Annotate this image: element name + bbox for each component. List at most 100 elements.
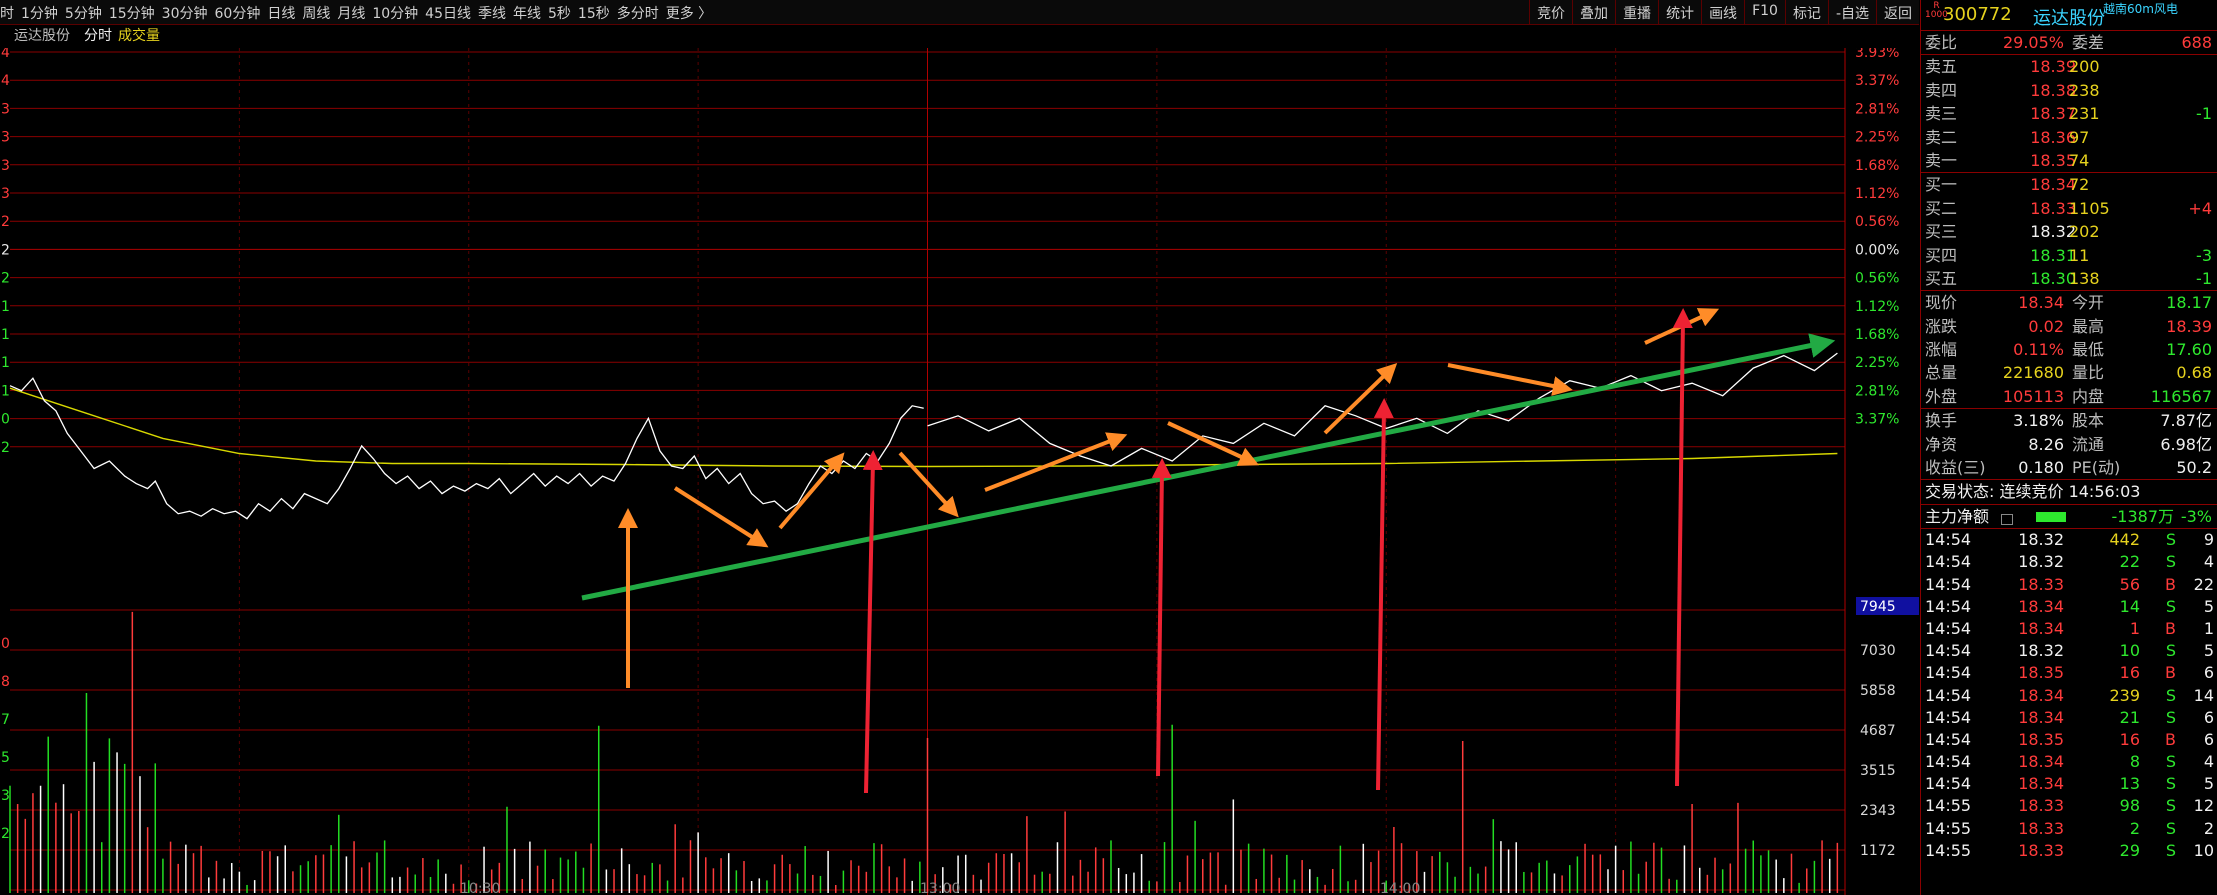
tab-weekly[interactable]: 周线 (302, 0, 337, 23)
bid-row[interactable]: 买四 18.31 11 -3 (1921, 244, 2217, 267)
tick-row: 14:54 18.34 1 B 1 (1921, 618, 2217, 640)
tab-period[interactable]: 时 (0, 0, 21, 23)
bid-row[interactable]: 买三 18.32 202 (1921, 220, 2217, 243)
tick-row: 14:54 18.34 13 S 5 (1921, 773, 2217, 795)
tab-15sec[interactable]: 15秒 (578, 0, 617, 23)
tab-60min[interactable]: 60分钟 (215, 0, 268, 23)
time-label: 14:00 (1380, 881, 1420, 895)
dropdown-icon[interactable] (2001, 513, 2013, 525)
fundamental-row: 换手 3.18% 股本 7.87亿 (1921, 409, 2217, 432)
ratio-value: 29.05% (2002, 33, 2064, 52)
tick-time: 14:54 (1925, 574, 1972, 594)
tab-30min[interactable]: 30分钟 (162, 0, 215, 23)
orange-arrow (673, 486, 769, 548)
tab-15min[interactable]: 15分钟 (109, 0, 162, 23)
tick-price: 18.34 (2018, 774, 2064, 794)
tab-yearly[interactable]: 年线 (513, 0, 548, 23)
ask-row[interactable]: 卖二 18.36 97 (1921, 126, 2217, 149)
draw-button[interactable]: 画线 (1701, 0, 1744, 24)
trade-state-row: 交易状态: 连续竞价 14:56:03 (1921, 480, 2217, 503)
overlay-button[interactable]: 叠加 (1572, 0, 1615, 24)
quote-stat-row: 现价 18.34 今开 18.17 (1921, 291, 2217, 314)
fund-label: 股本 (2072, 411, 2105, 431)
replay-button[interactable]: 重播 (1615, 0, 1658, 24)
tick-price: 18.32 (2018, 641, 2064, 661)
book-volume: 72 (2069, 175, 2090, 195)
stat-label: 涨跌 (1925, 316, 1958, 336)
tick-row: 14:54 18.32 10 S 5 (1921, 640, 2217, 662)
book-volume: 97 (2069, 127, 2090, 147)
tick-volume: 98 (2119, 796, 2140, 816)
red-arrow (1672, 308, 1693, 787)
tick-volume: 442 (2109, 530, 2140, 550)
tab-5min[interactable]: 5分钟 (65, 0, 109, 23)
stat-value: 0.02 (2028, 316, 2064, 336)
volume-label: 4687 (1860, 723, 1896, 739)
stat-label: 内盘 (2072, 386, 2105, 406)
book-label: 卖四 (1925, 80, 1958, 100)
book-volume: 74 (2069, 150, 2090, 170)
bid-row[interactable]: 买二 18.33 1105 +4 (1921, 197, 2217, 220)
ask-row[interactable]: 卖三 18.37 231 -1 (1921, 102, 2217, 125)
stat-value: 17.60 (2166, 340, 2212, 360)
main-flow-row[interactable]: 主力净额 -1387万 -3% (1921, 505, 2217, 528)
tick-volume: 8 (2129, 752, 2140, 772)
ratio-label: 委比 (1925, 33, 1958, 52)
chart-header: 运达股份 分时 成交量 (0, 25, 160, 47)
back-button[interactable]: 返回 (1876, 0, 1919, 24)
price-label: 3 (1, 158, 10, 174)
ask-row[interactable]: 卖一 18.35 74 (1921, 149, 2217, 172)
price-label: 2 (1, 271, 10, 287)
price-pct-label: 1.68% (1855, 158, 1899, 174)
ask-row[interactable]: 卖四 18.38 238 (1921, 79, 2217, 102)
tick-time: 14:55 (1925, 818, 1972, 838)
auction-button[interactable]: 竞价 (1529, 0, 1572, 24)
chart-mode[interactable]: 分时 (84, 28, 112, 44)
tab-daily[interactable]: 日线 (267, 0, 302, 23)
tick-volume: 13 (2119, 774, 2140, 794)
fund-value: 7.87亿 (2160, 411, 2212, 431)
tick-count: 6 (2203, 663, 2214, 683)
tab-10min[interactable]: 10分钟 (372, 0, 425, 23)
orange-arrow (898, 451, 959, 518)
mark-button[interactable]: 标记 (1784, 0, 1828, 24)
tab-more[interactable]: 更多 〉 (666, 0, 719, 23)
concept-tag[interactable]: 越南60m风电 (2103, 0, 2178, 17)
stat-value: 18.17 (2166, 293, 2212, 313)
chart-indicator[interactable]: 成交量 (118, 28, 160, 44)
tab-45day[interactable]: 45日线 (425, 0, 478, 23)
bid-row[interactable]: 买一 18.34 72 (1921, 173, 2217, 196)
book-volume: 1105 (2069, 198, 2110, 218)
orange-arrow (1167, 421, 1260, 466)
book-volume: 11 (2069, 245, 2090, 265)
price-label: 2 (1, 214, 10, 230)
tick-price: 18.34 (2018, 596, 2064, 616)
book-label: 买二 (1925, 198, 1958, 218)
stats-button[interactable]: 统计 (1658, 0, 1701, 24)
watchlist-button[interactable]: -自选 (1827, 0, 1876, 24)
tab-1min[interactable]: 1分钟 (21, 0, 65, 23)
bid-row[interactable]: 买五 18.30 138 -1 (1921, 267, 2217, 290)
tab-multi-intraday[interactable]: 多分时 (617, 0, 666, 23)
tick-volume: 29 (2119, 840, 2140, 860)
ask-row[interactable]: 卖五 18.39 200 (1921, 55, 2217, 78)
volume-bars (9, 611, 1839, 893)
f10-button[interactable]: F10 (1744, 0, 1785, 24)
volume-left-label: 5 (1, 750, 10, 766)
stat-label: 涨幅 (1925, 340, 1958, 360)
fundamental-row: 净资 8.26 流通 6.98亿 (1921, 433, 2217, 456)
tab-quarterly[interactable]: 季线 (478, 0, 513, 23)
tick-count: 9 (2203, 530, 2214, 550)
fund-label: 流通 (2072, 434, 2105, 454)
price-pct-label: 0.56% (1855, 214, 1899, 230)
fund-label: PE(动) (2072, 458, 2121, 478)
tick-time: 14:54 (1925, 552, 1972, 572)
red-arrow (1373, 398, 1394, 791)
tick-side: B (2165, 618, 2176, 638)
intraday-chart[interactable]: 3.93% 3.37% 2.81% 2.25% 1.68% 1.12% 0.56% 0.00%… (0, 48, 1919, 895)
tick-time: 14:54 (1925, 685, 1972, 705)
tab-monthly[interactable]: 月线 (337, 0, 372, 23)
tab-5sec[interactable]: 5秒 (548, 0, 578, 23)
tick-row: 14:55 18.33 98 S 12 (1921, 795, 2217, 817)
book-change: -3 (2196, 245, 2212, 265)
